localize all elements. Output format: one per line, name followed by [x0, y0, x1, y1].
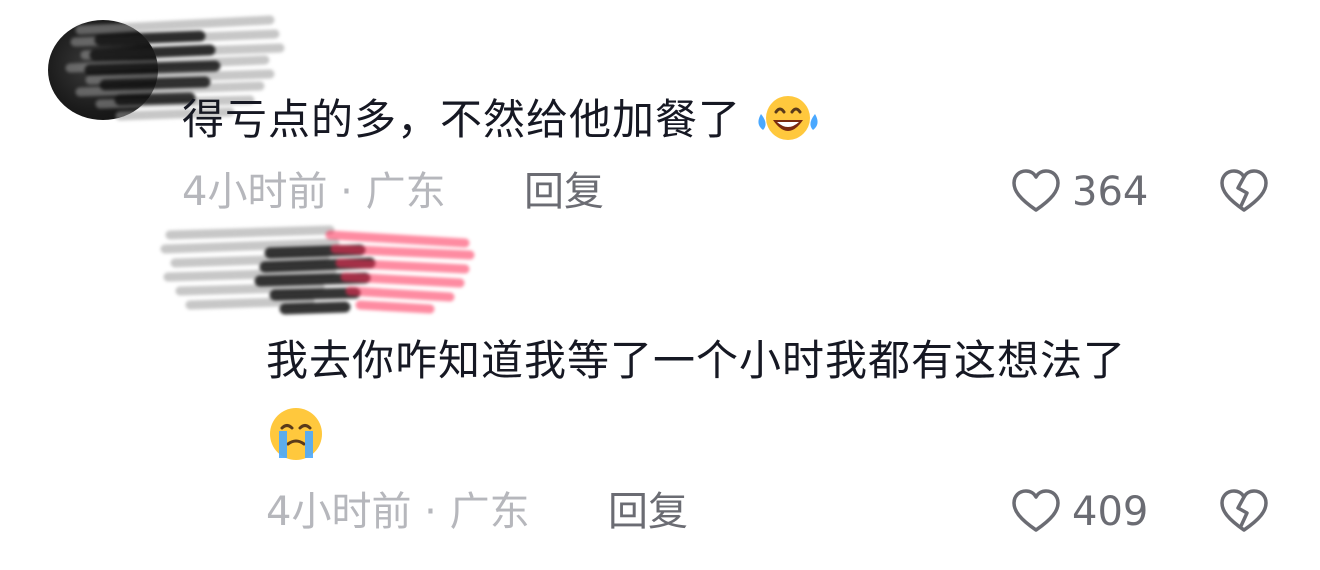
laughing-with-tears-emoji	[755, 92, 821, 153]
comment-meta: 4小时前 · 广东	[182, 168, 446, 216]
like-icon[interactable]	[1010, 166, 1062, 222]
reply-button[interactable]: 回复	[524, 168, 604, 216]
comment-text-content: 得亏点的多，不然给他加餐了	[182, 95, 742, 144]
dislike-icon[interactable]	[1218, 166, 1270, 222]
comment-location: 广东	[365, 169, 446, 215]
reply-button[interactable]: 回复	[608, 488, 688, 536]
reply-location: 广东	[449, 489, 530, 535]
like-count: 409	[1072, 489, 1149, 535]
reply-time: 4小时前	[266, 489, 412, 535]
dislike-icon[interactable]	[1218, 486, 1270, 542]
like-icon[interactable]	[1010, 486, 1062, 542]
reply-meta: 4小时前 · 广东	[266, 488, 530, 536]
meta-separator: ·	[340, 169, 353, 215]
comment-time: 4小时前	[182, 169, 328, 215]
reply-text: 我去你咋知道我等了一个小时我都有这想法了	[266, 336, 1127, 385]
meta-separator: ·	[424, 489, 437, 535]
comment-thread: { "comment": { "text": "得亏点的多，不然给他加餐了", …	[0, 0, 1320, 570]
like-count: 364	[1072, 169, 1149, 215]
redacted-reply-username	[160, 225, 475, 315]
comment-text: 得亏点的多，不然给他加餐了	[182, 92, 821, 153]
crying-face-emoji	[266, 404, 326, 468]
